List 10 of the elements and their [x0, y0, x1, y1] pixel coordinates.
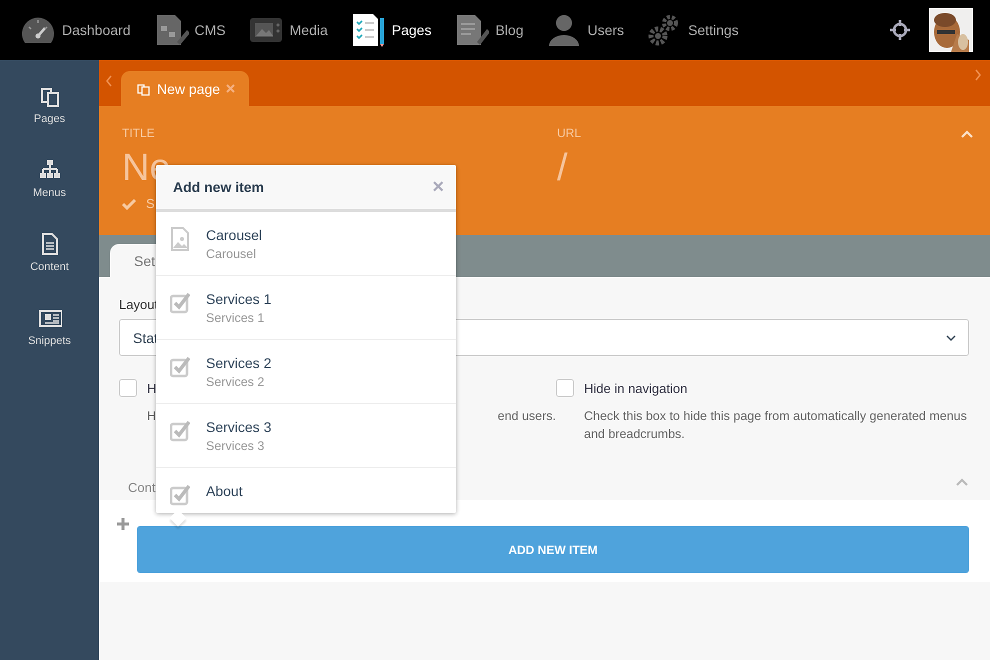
checkbox-label: H [147, 380, 156, 396]
help-text: end users. [498, 408, 556, 425]
field-label: TITLE [122, 126, 156, 140]
checkbox-label: Hide in navigation [584, 380, 688, 396]
popup-title: Add new item [173, 179, 266, 195]
field-label: URL [557, 126, 582, 140]
help-text: Check this box to hide this page from automatically generated menus and breadcrumbs. [584, 408, 968, 443]
status-text: S [146, 196, 155, 211]
section-label: Cont [128, 480, 156, 494]
help-text: H [147, 408, 156, 425]
